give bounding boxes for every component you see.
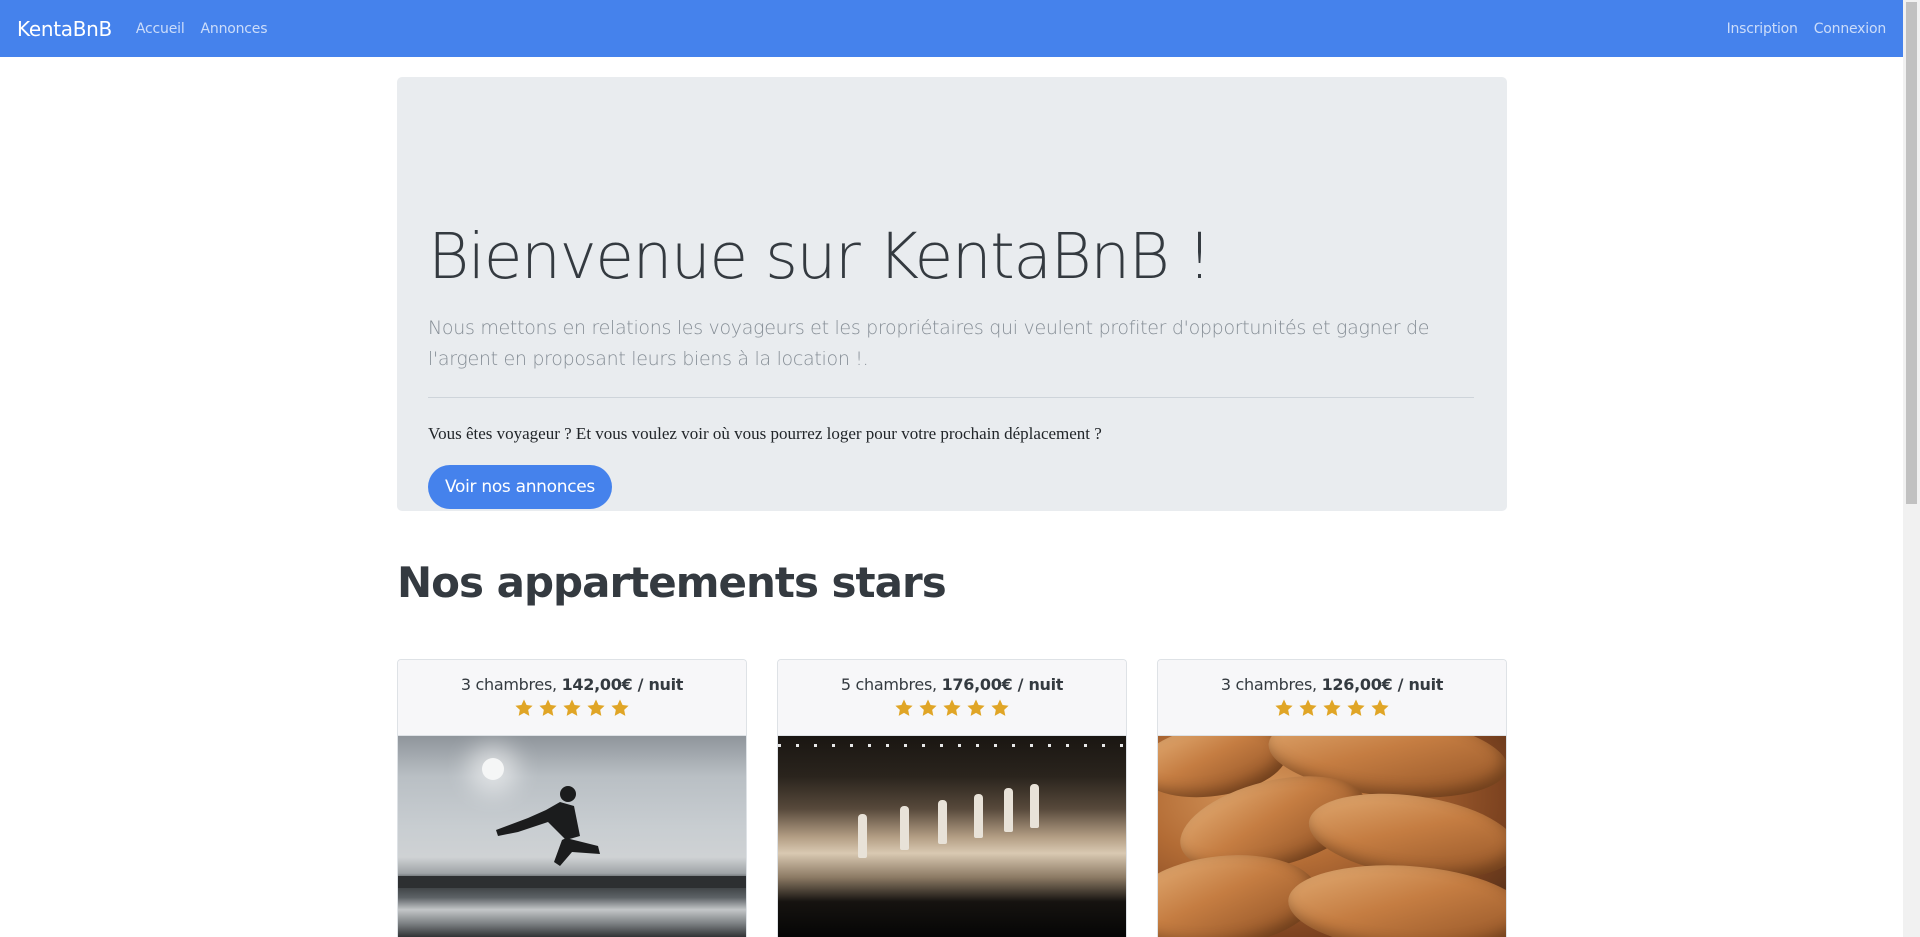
runway-model: [974, 794, 983, 838]
card-header: 3 chambres, 126,00€ / nuit: [1158, 660, 1506, 736]
apartment-card[interactable]: 3 chambres, 142,00€ / nuit: [397, 659, 747, 937]
jumping-man-silhouette: [496, 786, 600, 866]
brand-logo[interactable]: KentaBnB: [17, 17, 112, 41]
card-summary: 3 chambres, 142,00€ / nuit: [398, 660, 746, 694]
fashion-runway-photo[interactable]: [778, 736, 1126, 937]
star-icon: [1275, 699, 1293, 716]
star-icon: [587, 699, 605, 716]
top-navbar: KentaBnB Accueil Annonces Inscription Co…: [0, 0, 1903, 57]
card-rooms: 3 chambres,: [460, 675, 557, 694]
star-rating: [1158, 698, 1506, 718]
nav-link-connexion[interactable]: Connexion: [1814, 21, 1886, 37]
star-icon: [611, 699, 629, 716]
apartment-card[interactable]: 5 chambres, 176,00€ / nuit: [777, 659, 1127, 937]
star-icon: [967, 699, 985, 716]
star-rating: [778, 698, 1126, 718]
bread-loaves-photo[interactable]: [1158, 736, 1506, 937]
star-rating: [398, 698, 746, 718]
star-icon: [1323, 699, 1341, 716]
traveler-question: Vous êtes voyageur ? Et vous voulez voir…: [428, 424, 1102, 443]
star-icon: [1347, 699, 1365, 716]
star-icon: [943, 699, 961, 716]
star-icon: [1299, 699, 1317, 716]
divider: [428, 397, 1474, 398]
card-rooms: 3 chambres,: [1220, 675, 1317, 694]
section-title: Nos appartements stars: [397, 558, 947, 607]
card-summary: 3 chambres, 126,00€ / nuit: [1158, 660, 1506, 694]
star-icon: [515, 699, 533, 716]
star-icon: [1371, 699, 1389, 716]
lead-text: Nous mettons en relations les voyageurs …: [428, 317, 1430, 370]
shoreline: [398, 876, 746, 888]
navbar-right-links: Inscription Connexion: [1711, 21, 1887, 37]
card-header: 5 chambres, 176,00€ / nuit: [778, 660, 1126, 736]
apartment-card[interactable]: 3 chambres, 126,00€ / nuit: [1157, 659, 1507, 937]
card-header: 3 chambres, 142,00€ / nuit: [398, 660, 746, 736]
stage-lights: [778, 744, 1126, 747]
runway-model: [858, 814, 867, 858]
see-listings-button[interactable]: Voir nos annonces: [428, 465, 612, 509]
card-rooms: 5 chambres,: [840, 675, 937, 694]
star-icon: [539, 699, 557, 716]
scrollbar-thumb[interactable]: [1906, 2, 1917, 504]
star-icon: [895, 699, 913, 716]
card-price: 176,00€ / nuit: [941, 675, 1064, 694]
welcome-jumbotron: Bienvenue sur KentaBnB ! Nous mettons en…: [397, 77, 1507, 511]
runway-model: [1004, 788, 1013, 832]
nav-link-annonces[interactable]: Annonces: [201, 21, 268, 37]
runway-model: [938, 800, 947, 844]
silhouette-jump-photo[interactable]: [398, 736, 746, 937]
card-price: 142,00€ / nuit: [561, 675, 684, 694]
runway-model: [900, 806, 909, 850]
card-price: 126,00€ / nuit: [1321, 675, 1444, 694]
star-icon: [919, 699, 937, 716]
nav-link-inscription[interactable]: Inscription: [1727, 21, 1798, 37]
page-scrollbar[interactable]: [1903, 0, 1920, 937]
star-icon: [991, 699, 1009, 716]
card-summary: 5 chambres, 176,00€ / nuit: [778, 660, 1126, 694]
runway-model: [1030, 784, 1039, 828]
nav-link-accueil[interactable]: Accueil: [136, 21, 185, 37]
page-title: Bienvenue sur KentaBnB !: [428, 220, 1212, 293]
star-icon: [563, 699, 581, 716]
